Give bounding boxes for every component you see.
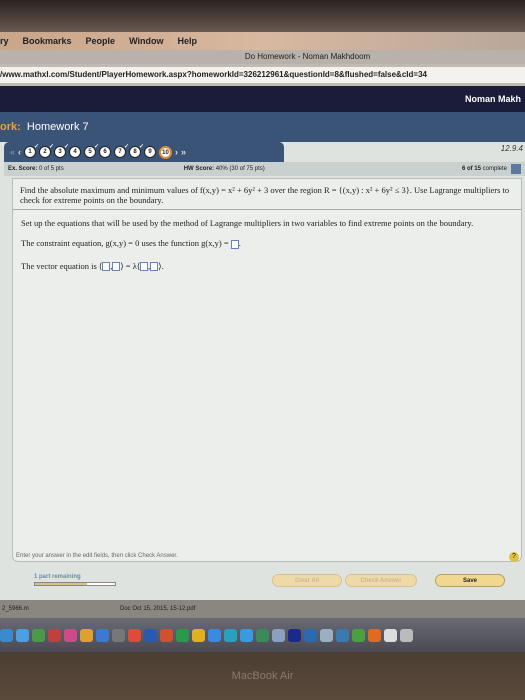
- homework-page: « ‹ 1 2 3 4 5 6 7 8 9 10 › » 12.9.4 Ex. …: [0, 142, 525, 600]
- homework-label: ork:: [0, 121, 21, 133]
- grad-g-y-input[interactable]: [150, 262, 159, 272]
- powerpoint-icon[interactable]: [160, 628, 173, 642]
- question-nav: « ‹ 1 2 3 4 5 6 7 8 9 10 › »: [4, 142, 284, 162]
- question-10[interactable]: 10: [159, 145, 173, 159]
- trash-icon[interactable]: [400, 628, 413, 642]
- ex-score-label: Ex. Score:: [8, 166, 38, 172]
- question-9[interactable]: 9: [144, 146, 157, 158]
- popout-icon[interactable]: [511, 164, 521, 174]
- menu-people[interactable]: People: [86, 36, 116, 46]
- league-of-legends-icon[interactable]: [288, 628, 301, 642]
- outlook-icon[interactable]: [192, 628, 205, 642]
- progress-bar: [34, 582, 116, 586]
- prev-question-button[interactable]: ‹: [18, 147, 21, 157]
- progress-fill: [35, 583, 87, 585]
- download-item-1[interactable]: 2_5966.m: [0, 606, 100, 612]
- facetime-icon[interactable]: [32, 628, 45, 642]
- matlab-icon[interactable]: [368, 628, 381, 642]
- complete-count: 6 of 15: [461, 166, 481, 172]
- window-title: Do Homework - Noman Makhdoom: [0, 50, 525, 64]
- complete-label: complete: [482, 166, 507, 172]
- menu-history[interactable]: ry: [0, 36, 9, 46]
- question-1[interactable]: 1: [24, 142, 39, 158]
- homework-bar: ork: Homework 7: [0, 112, 525, 142]
- check-answer-button[interactable]: Check Answer: [345, 574, 417, 587]
- constraint-text: The constraint equation, g(x,y) = 0 uses…: [21, 238, 229, 248]
- constraint-input[interactable]: [230, 239, 239, 249]
- c-app-icon[interactable]: [224, 628, 237, 642]
- clear-all-button[interactable]: Clear All: [272, 574, 342, 587]
- menu-bar: ry Bookmarks People Window Help: [0, 32, 525, 50]
- constraint-line: The constraint equation, g(x,y) = 0 uses…: [21, 238, 241, 249]
- question-panel: Find the absolute maximum and minimum va…: [12, 178, 522, 562]
- grad-g-x-input[interactable]: [140, 262, 149, 272]
- section-id: 12.9.4: [500, 144, 523, 153]
- question-4[interactable]: 4: [69, 146, 82, 158]
- homework-title: Homework 7: [26, 121, 89, 133]
- lambda-text: = λ: [125, 260, 137, 271]
- parts-remaining: 1 part remaining: [34, 574, 81, 580]
- address-bar: /www.mathxl.com/Student/PlayerHomework.a…: [0, 64, 525, 86]
- user-header: Noman Makh: [0, 86, 525, 112]
- document-icon[interactable]: [384, 628, 397, 642]
- system-preferences-icon[interactable]: [112, 628, 125, 642]
- last-question-button[interactable]: »: [181, 147, 186, 157]
- excel-icon[interactable]: [176, 628, 189, 642]
- answer-hint: Enter your answer in the edit fields, th…: [16, 553, 178, 559]
- save-button[interactable]: Save: [435, 574, 505, 587]
- url-input[interactable]: /www.mathxl.com/Student/PlayerHomework.a…: [0, 67, 525, 83]
- user-name[interactable]: Noman Makh: [465, 94, 521, 104]
- menu-bookmarks[interactable]: Bookmarks: [23, 36, 72, 46]
- photo-booth-icon[interactable]: [48, 628, 61, 642]
- bezel-label: MacBook Air: [231, 670, 294, 682]
- next-question-button[interactable]: ›: [175, 147, 178, 157]
- vector-text: The vector equation is: [21, 260, 97, 271]
- skype-icon[interactable]: [240, 628, 253, 642]
- menu-help[interactable]: Help: [177, 36, 197, 46]
- vpn-icon[interactable]: [256, 628, 269, 642]
- question-7[interactable]: 7: [114, 142, 129, 158]
- hw-score-label: HW Score:: [183, 166, 215, 172]
- help-icon[interactable]: ?: [509, 552, 519, 562]
- grad-f-y-input[interactable]: [112, 262, 121, 272]
- question-8[interactable]: 8: [129, 142, 144, 158]
- xcode-icon[interactable]: [336, 628, 349, 642]
- messages-icon[interactable]: [16, 628, 29, 642]
- downloads-bar: 2_5966.m Doc Oct 15, 2015, 15-12.pdf: [0, 600, 525, 618]
- download-item-2[interactable]: Doc Oct 15, 2015, 15-12.pdf: [120, 606, 195, 612]
- problem-statement: Find the absolute maximum and minimum va…: [13, 179, 521, 210]
- itunes-icon[interactable]: [64, 628, 77, 642]
- question-3[interactable]: 3: [54, 142, 69, 158]
- word-icon[interactable]: [144, 628, 157, 642]
- ex-score: 0 of 5 pts: [39, 166, 64, 172]
- ibooks-icon[interactable]: [80, 628, 93, 642]
- score-row: Ex. Score: 0 of 5 pts HW Score: 40% (30 …: [4, 162, 525, 176]
- finder-icon[interactable]: [0, 628, 13, 642]
- safari-icon[interactable]: [208, 628, 221, 642]
- teamviewer-icon[interactable]: [304, 628, 317, 642]
- question-2[interactable]: 2: [39, 142, 54, 158]
- question-5[interactable]: 5: [84, 142, 99, 158]
- instructions: Set up the equations that will be used b…: [21, 218, 474, 228]
- chrome-icon[interactable]: [128, 628, 141, 642]
- menu-window[interactable]: Window: [129, 36, 163, 46]
- laptop-bezel: MacBook Air: [0, 652, 525, 700]
- preview-icon[interactable]: [272, 628, 285, 642]
- dock: [0, 618, 525, 652]
- app-store-icon[interactable]: [96, 628, 109, 642]
- utorrent-icon[interactable]: [352, 628, 365, 642]
- hw-score: 40% (30 of 75 pts): [215, 166, 265, 172]
- vector-line: The vector equation is ⟨, ⟩ = λ⟨, ⟩.: [21, 260, 164, 272]
- scanner-icon[interactable]: [320, 628, 333, 642]
- grad-f-x-input[interactable]: [102, 262, 111, 272]
- screen-top: [0, 0, 525, 32]
- question-6[interactable]: 6: [99, 146, 112, 158]
- first-question-button[interactable]: «: [10, 147, 15, 157]
